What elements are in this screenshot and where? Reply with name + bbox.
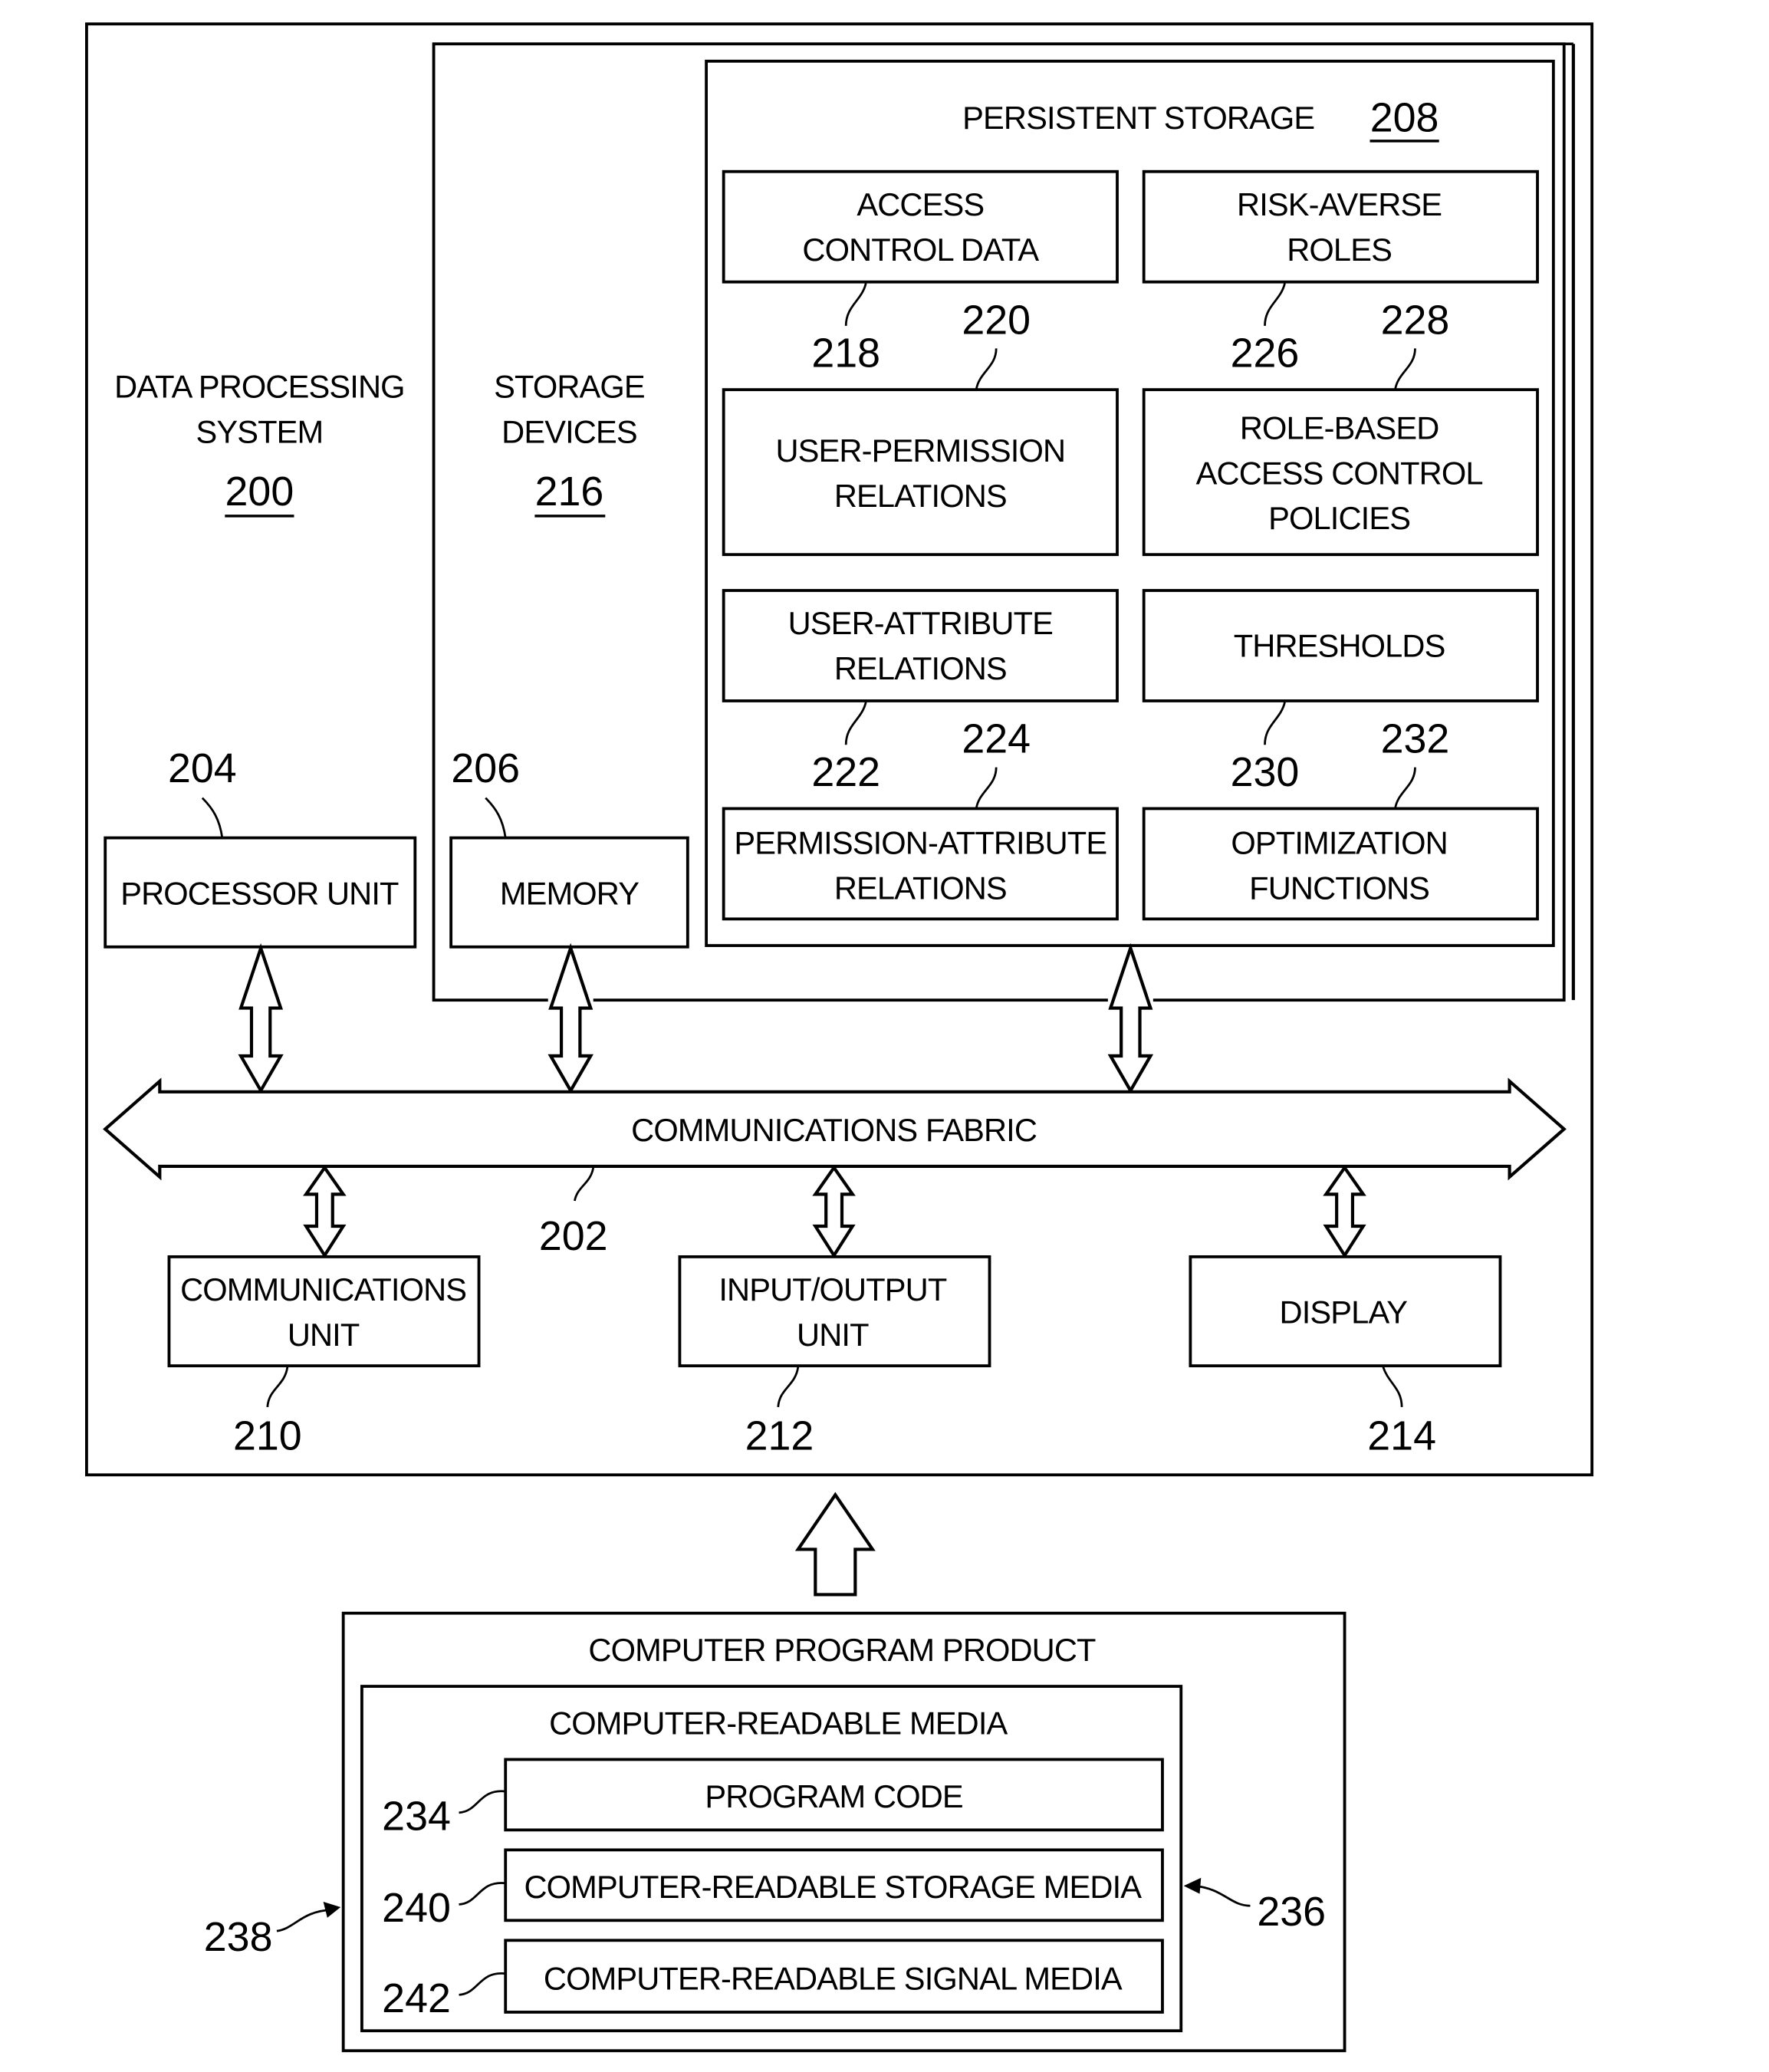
ref-238: 238	[204, 1914, 273, 1960]
ref-236: 236	[1257, 1889, 1326, 1935]
ref-228: 228	[1381, 297, 1450, 343]
ref-206: 206	[451, 745, 520, 791]
ref-220: 220	[962, 297, 1031, 343]
rbac-policies-line3: POLICIES	[1268, 500, 1410, 536]
user-permission-line2: RELATIONS	[834, 478, 1007, 514]
user-permission-line1: USER-PERMISSION	[775, 432, 1065, 469]
ref-222: 222	[811, 749, 880, 795]
storage-devices-ref: 216	[535, 469, 604, 515]
access-control-data-line2: CONTROL DATA	[802, 232, 1039, 268]
ref-214: 214	[1367, 1413, 1436, 1459]
permission-attribute-line2: RELATIONS	[834, 870, 1007, 906]
user-attribute-line1: USER-ATTRIBUTE	[788, 605, 1053, 641]
computer-program-product: COMPUTER PROGRAM PRODUCT COMPUTER-READAB…	[204, 1611, 1346, 2053]
ref-226: 226	[1231, 331, 1300, 377]
user-attribute-line2: RELATIONS	[834, 650, 1007, 686]
io-unit-line2: UNIT	[797, 1317, 869, 1353]
program-product-upload-arrow	[794, 1492, 876, 1597]
io-unit-line1: INPUT/OUTPUT	[718, 1271, 946, 1307]
storage-devices-label-line2: DEVICES	[501, 414, 637, 450]
ref-230: 230	[1231, 749, 1300, 795]
ref-224: 224	[962, 716, 1031, 762]
display-label: DISPLAY	[1280, 1294, 1408, 1330]
risk-averse-roles-line2: ROLES	[1287, 232, 1392, 268]
rbac-policies-line1: ROLE-BASED	[1240, 409, 1439, 446]
program-code-label: PROGRAM CODE	[705, 1778, 962, 1814]
arrowhead-238-icon	[323, 1902, 341, 1918]
dps-ref: 200	[225, 469, 294, 515]
ref-202: 202	[539, 1213, 608, 1259]
rbac-policies-line2: ACCESS CONTROL	[1196, 455, 1483, 491]
communications-fabric-label: COMMUNICATIONS FABRIC	[631, 1112, 1037, 1148]
processor-unit-label: PROCESSOR UNIT	[120, 875, 399, 911]
persistent-storage-ref: 208	[1370, 95, 1439, 141]
ref-218: 218	[811, 331, 880, 377]
ref-210: 210	[233, 1413, 302, 1459]
dps-label-line1: DATA PROCESSING	[114, 369, 405, 405]
signal-media-label: COMPUTER-READABLE SIGNAL MEDIA	[544, 1960, 1123, 1996]
optimization-functions-line2: FUNCTIONS	[1249, 870, 1429, 906]
thresholds-label: THRESHOLDS	[1234, 628, 1445, 664]
access-control-data-line1: ACCESS	[857, 186, 984, 222]
memory-label: MEMORY	[500, 875, 639, 911]
ref-234: 234	[382, 1793, 451, 1839]
optimization-functions-line1: OPTIMIZATION	[1231, 824, 1447, 860]
ref-212: 212	[745, 1413, 814, 1459]
communications-unit-line1: COMMUNICATIONS	[180, 1271, 466, 1307]
risk-averse-roles-line1: RISK-AVERSE	[1237, 186, 1442, 222]
block-diagram: DATA PROCESSING SYSTEM 200 STORAGE DEVIC…	[85, 22, 1594, 2053]
computer-program-product-label: COMPUTER PROGRAM PRODUCT	[588, 1632, 1096, 1668]
permission-attribute-line1: PERMISSION-ATTRIBUTE	[734, 824, 1106, 860]
ref-232: 232	[1381, 716, 1450, 762]
storage-devices-label-line1: STORAGE	[494, 369, 645, 405]
ref-204: 204	[168, 745, 237, 791]
persistent-storage: PERSISTENT STORAGE 208 ACCESS CONTROL DA…	[705, 59, 1555, 947]
persistent-storage-label: PERSISTENT STORAGE	[962, 100, 1314, 136]
communications-unit-line2: UNIT	[288, 1317, 360, 1353]
leader-238	[276, 1909, 333, 1932]
dps-label-line2: SYSTEM	[196, 414, 323, 450]
ref-242: 242	[382, 1975, 451, 2021]
storage-media-label: COMPUTER-READABLE STORAGE MEDIA	[524, 1869, 1143, 1905]
computer-readable-media-label: COMPUTER-READABLE MEDIA	[549, 1705, 1008, 1741]
ref-240: 240	[382, 1885, 451, 1931]
